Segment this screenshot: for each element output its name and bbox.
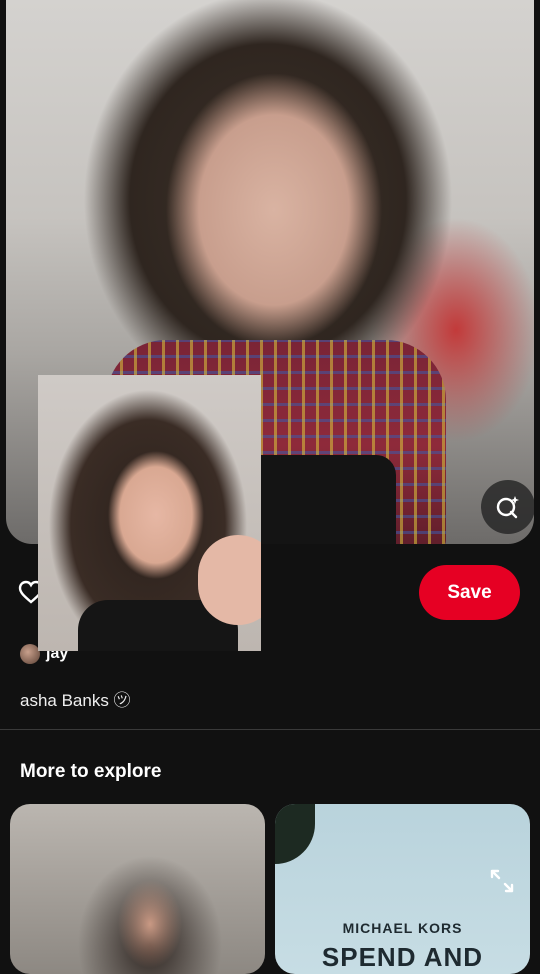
palm-tree-graphic [275,804,315,864]
pin-description: asha Banks ㋡ [20,691,131,710]
explore-card-2[interactable]: MICHAEL KORS SPEND AND [275,804,530,974]
divider [0,729,540,730]
visual-search-button[interactable] [481,480,534,534]
explore-card-1[interactable] [10,804,265,974]
ad-headline: SPEND AND [321,942,484,972]
save-button[interactable]: Save [419,565,520,620]
more-to-explore-heading: More to explore [20,761,162,782]
picture-in-picture-video[interactable] [38,375,261,651]
pip-hand-detail [198,535,261,625]
expand-icon[interactable] [489,868,515,894]
avatar[interactable] [20,644,40,664]
ad-brand-name: MICHAEL KORS [342,920,463,936]
visual-search-icon [496,496,519,519]
